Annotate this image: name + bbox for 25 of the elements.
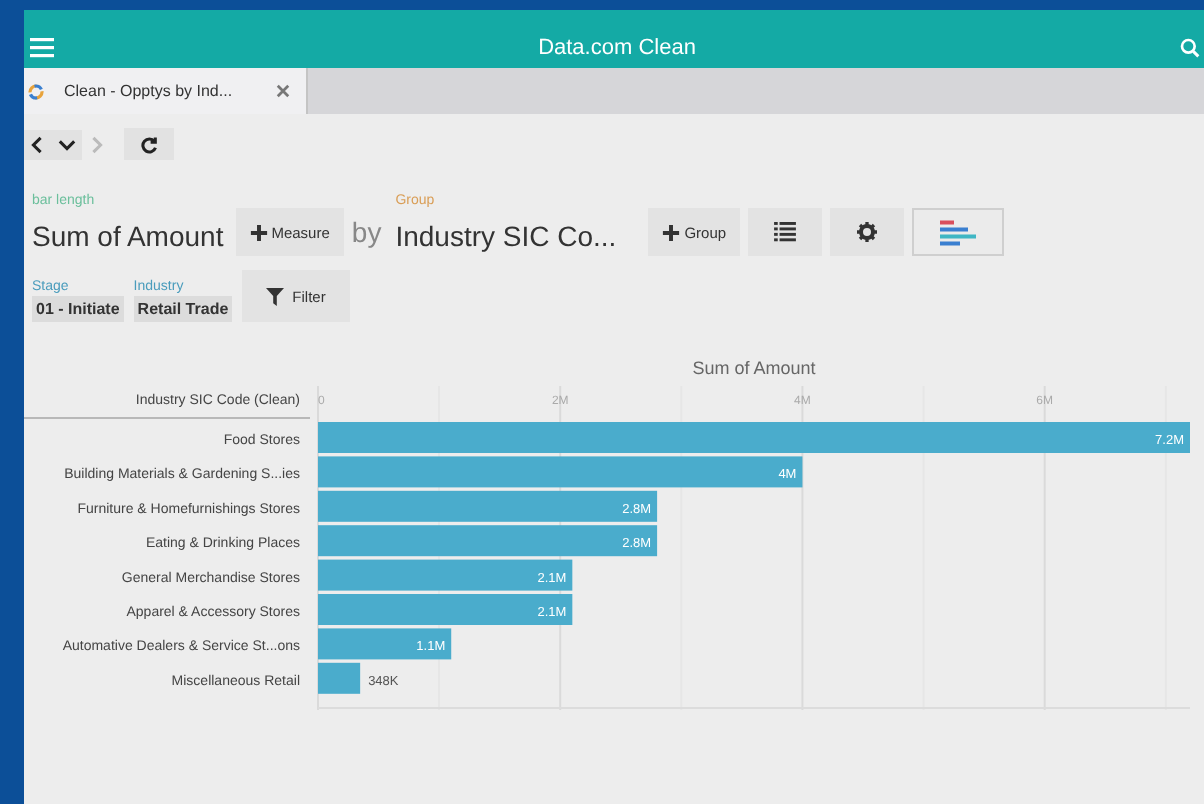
filter-chip[interactable]: 01 - Initiate [32, 296, 124, 322]
chart-title: Sum of Amount [692, 358, 816, 378]
refresh-button[interactable] [124, 128, 174, 160]
plus-icon [249, 223, 268, 241]
menu-icon[interactable] [30, 36, 54, 58]
ring-icon [28, 83, 44, 99]
tab[interactable]: Clean - Opptys by Ind... [24, 68, 308, 114]
refresh-icon [140, 135, 158, 153]
filter-chip[interactable]: Retail Trade [133, 296, 233, 322]
settings-button[interactable] [830, 208, 905, 256]
plus-icon [662, 223, 681, 241]
by-label: by [351, 214, 382, 252]
bar-chart-icon [940, 219, 977, 245]
tab-label: Clean - Opptys by Ind... [64, 82, 235, 100]
app-title: Data.com Clean [536, 35, 698, 59]
down-button[interactable] [52, 129, 82, 159]
group-value[interactable]: Industry SIC Co... [395, 216, 617, 256]
settings-icon [856, 222, 879, 242]
measure-value[interactable]: Sum of Amount [32, 216, 224, 256]
funnel-icon [266, 287, 285, 305]
close-icon[interactable] [276, 84, 290, 98]
search-icon[interactable] [1180, 37, 1200, 57]
back-button[interactable] [24, 129, 52, 159]
list-icon [774, 222, 797, 242]
list-view-button[interactable] [748, 208, 823, 256]
